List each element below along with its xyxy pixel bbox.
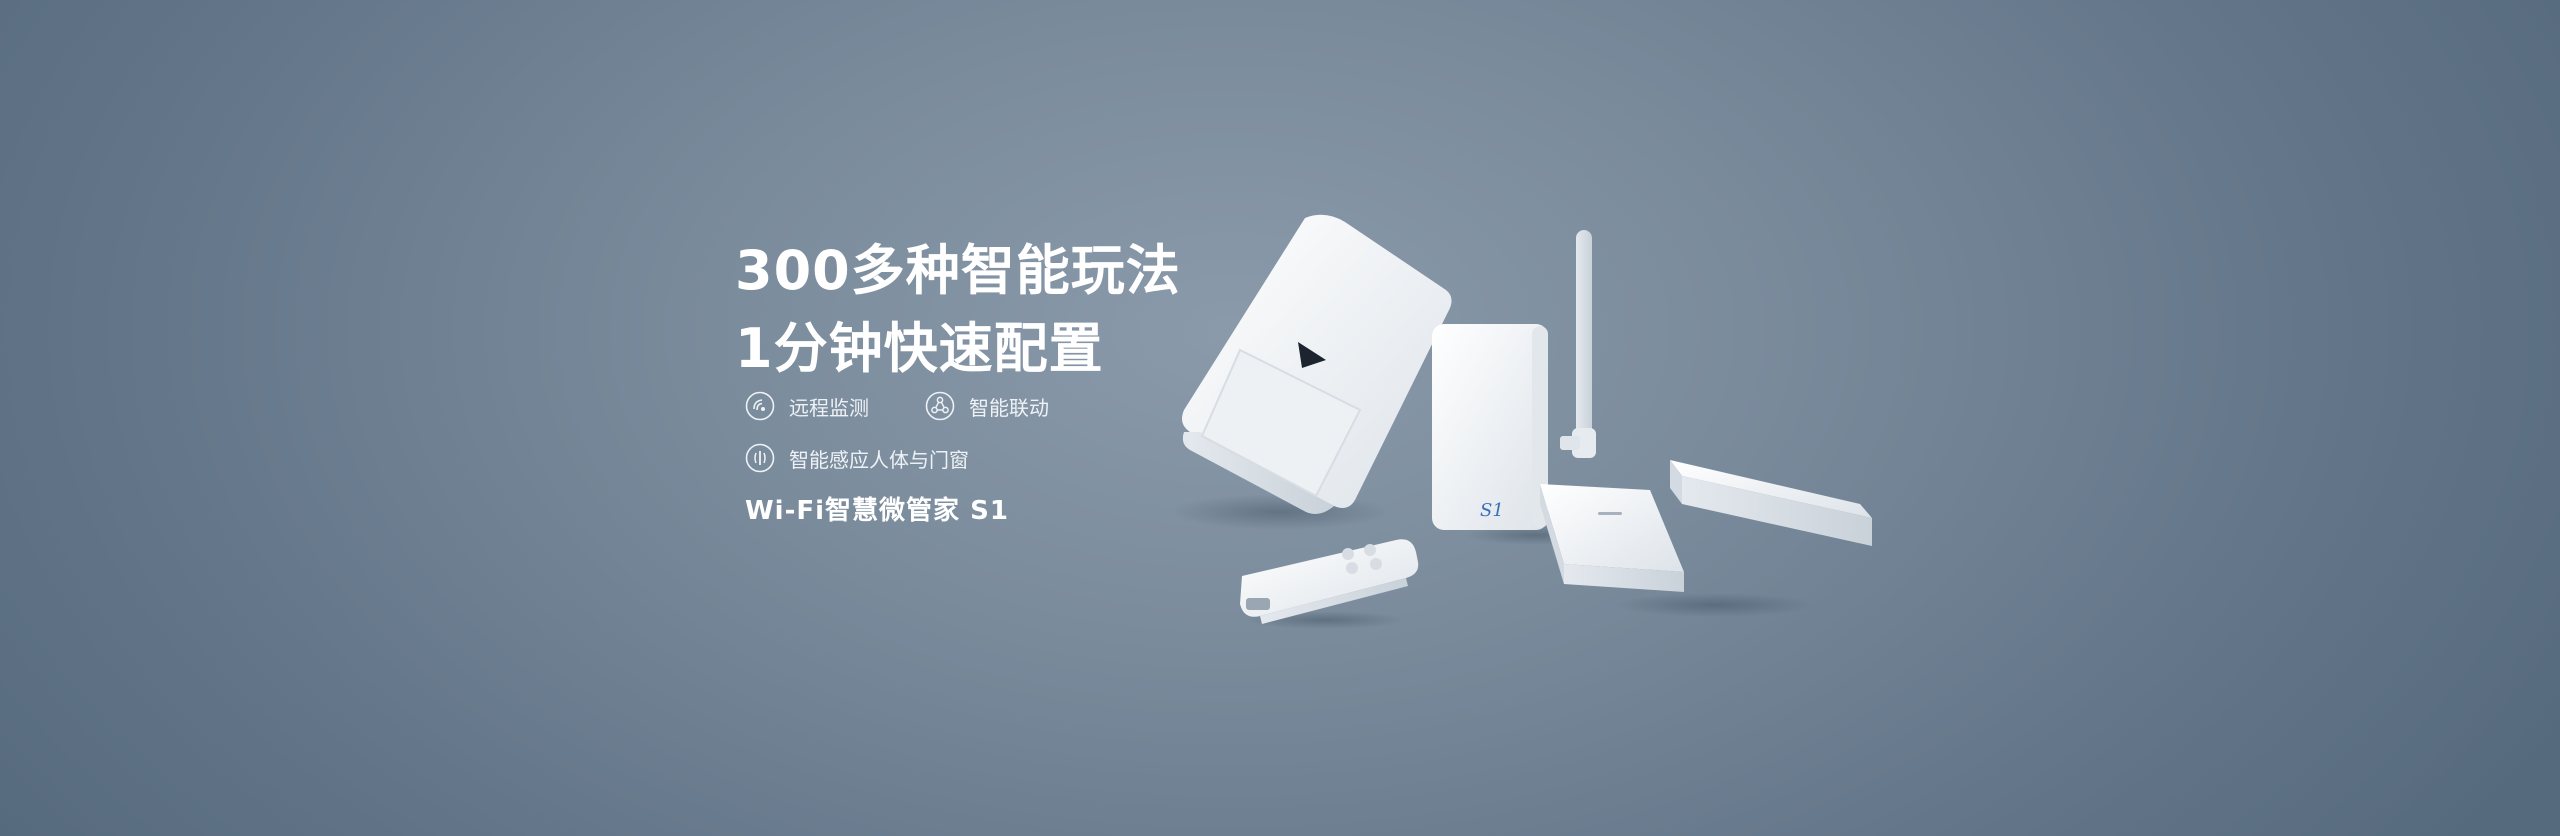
headline-line-1: 300多种智能玩法 <box>735 239 1181 302</box>
motion-sensor <box>1170 214 1452 530</box>
product-name: Wi-Fi智慧微管家 S1 <box>745 496 1009 526</box>
remote-fob <box>1240 539 1419 629</box>
feature-label: 智能联动 <box>969 395 1049 420</box>
feature-row-2: 智能感应人体与门窗 <box>745 440 1105 476</box>
feature-label: 远程监测 <box>789 395 869 420</box>
feature-label: 智能感应人体与门窗 <box>789 447 969 472</box>
hub-mark: S1 <box>1480 500 1504 521</box>
smart-link-icon <box>925 391 955 421</box>
door-sensor <box>1540 460 1872 617</box>
sensor-icon <box>745 443 775 473</box>
feature-row-1: 远程监测 智能联动 <box>745 388 1105 424</box>
headline-line-2: 1分钟快速配置 <box>735 317 1104 380</box>
hero-banner: 300多种智能玩法 1分钟快速配置 远程监测 智能联动 智能感应人体与门窗 Wi… <box>0 0 2560 836</box>
product-illustration: S1 <box>1170 214 1872 629</box>
antenna <box>1576 230 1592 458</box>
feature-list: 远程监测 智能联动 智能感应人体与门窗 <box>745 388 1105 492</box>
headline: 300多种智能玩法 1分钟快速配置 <box>735 232 1181 388</box>
feature-remote-monitor: 远程监测 <box>745 391 869 421</box>
remote-monitor-icon <box>745 391 775 421</box>
feature-smart-link: 智能联动 <box>925 391 1049 421</box>
feature-sensor: 智能感应人体与门窗 <box>745 443 969 473</box>
